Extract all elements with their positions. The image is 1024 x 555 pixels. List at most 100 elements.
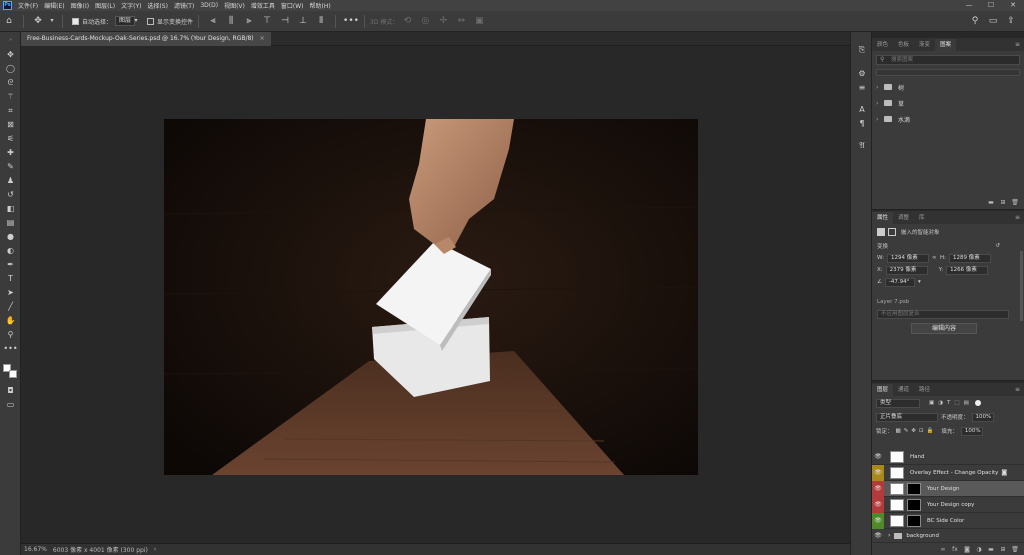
- menu-layer[interactable]: 图层(L): [92, 1, 118, 10]
- menu-select[interactable]: 选择(S): [144, 1, 171, 10]
- blend-mode-dropdown[interactable]: 正片叠底: [876, 412, 938, 422]
- visibility-eye-icon[interactable]: 👁: [872, 496, 884, 513]
- workspace-icon[interactable]: ▭: [986, 14, 1000, 28]
- tab-color[interactable]: 颜色: [872, 39, 893, 51]
- menu-filter[interactable]: 滤镜(T): [171, 1, 197, 10]
- edit-contents-button[interactable]: 编辑内容: [911, 322, 977, 334]
- layer-row-overlay-effect[interactable]: 👁 Overlay Effect - Change Opacity ◙: [872, 464, 1024, 481]
- maximize-button[interactable]: ☐: [980, 0, 1002, 11]
- type-tool-icon[interactable]: T: [2, 272, 19, 285]
- angle-field[interactable]: -47.94°: [884, 277, 915, 287]
- eraser-tool-icon[interactable]: ◧: [2, 202, 19, 215]
- pattern-group-water[interactable]: › 水滴: [872, 111, 1024, 127]
- eyedropper-tool-icon[interactable]: ⚟: [2, 132, 19, 145]
- new-pattern-icon[interactable]: ⊞: [998, 198, 1008, 207]
- link-layers-icon[interactable]: ∞: [938, 545, 948, 554]
- lock-all-icon[interactable]: 🔒: [927, 428, 934, 434]
- tab-paths[interactable]: 路径: [914, 384, 935, 396]
- layer-row-background[interactable]: 👁 › background: [872, 529, 1024, 543]
- filter-smart-icon[interactable]: ▤: [964, 400, 969, 406]
- document-canvas-image[interactable]: [164, 119, 698, 475]
- path-select-tool-icon[interactable]: ➤: [2, 286, 19, 299]
- tab-gradients[interactable]: 渐变: [914, 39, 935, 51]
- gradient-tool-icon[interactable]: ▤: [2, 216, 19, 229]
- tab-layers[interactable]: 图层: [872, 384, 894, 396]
- reset-icon[interactable]: ↺: [995, 243, 1000, 249]
- layer-filter-dropdown[interactable]: 类型: [876, 398, 920, 408]
- visibility-eye-icon[interactable]: 👁: [872, 528, 884, 544]
- layer-mask-thumbnail[interactable]: [907, 514, 921, 527]
- glyphs-panel-icon[interactable]: 𝔄: [855, 140, 869, 152]
- collapse-icon[interactable]: »: [2, 34, 19, 47]
- adjustments-icon[interactable]: ≡: [855, 82, 869, 94]
- lasso-tool-icon[interactable]: ᘓ: [2, 76, 19, 89]
- panel-menu-icon[interactable]: ≡: [1015, 39, 1020, 51]
- more-tools-icon[interactable]: •••: [2, 342, 19, 355]
- tab-patterns[interactable]: 图案: [935, 39, 957, 51]
- quick-mask-icon[interactable]: ◘: [2, 384, 19, 397]
- tab-swatches[interactable]: 色板: [893, 39, 914, 51]
- move-tool-icon[interactable]: ✥: [2, 48, 19, 61]
- minimize-button[interactable]: —: [958, 0, 980, 11]
- history-panel-icon[interactable]: ⎘: [855, 44, 869, 56]
- filter-shape-icon[interactable]: ⬚: [954, 400, 959, 406]
- align-middle-icon[interactable]: ⊣: [278, 14, 292, 28]
- fill-field[interactable]: 100%: [960, 426, 983, 436]
- lock-artboard-icon[interactable]: ⊡: [919, 428, 924, 434]
- menu-3d[interactable]: 3D(D): [197, 2, 221, 9]
- mask-icon[interactable]: [888, 228, 896, 236]
- adjustment-layer-icon[interactable]: ◑: [974, 545, 984, 554]
- blur-tool-icon[interactable]: ●: [2, 230, 19, 243]
- pattern-group-tree[interactable]: › 树: [872, 79, 1024, 95]
- healing-tool-icon[interactable]: ✚: [2, 146, 19, 159]
- opacity-field[interactable]: 100%: [971, 412, 994, 422]
- paragraph-panel-icon[interactable]: ¶: [855, 118, 869, 130]
- layer-row-bc-side-color[interactable]: 👁 BC Side Color: [872, 512, 1024, 529]
- menu-window[interactable]: 窗口(W): [278, 1, 307, 10]
- pattern-search-input[interactable]: ⚲ 搜索图案: [876, 55, 1020, 65]
- screen-mode-icon[interactable]: ▭: [2, 398, 19, 411]
- close-tab-icon[interactable]: ×: [260, 35, 265, 42]
- align-bottom-icon[interactable]: ⊥: [296, 14, 310, 28]
- show-transform-checkbox[interactable]: [147, 17, 155, 25]
- tab-adjustments[interactable]: 调整: [893, 212, 914, 224]
- zoom-tool-icon[interactable]: ⚲: [2, 328, 19, 341]
- layer-mask-thumbnail[interactable]: [907, 498, 921, 511]
- tab-channels[interactable]: 通道: [893, 384, 914, 396]
- zoom-level[interactable]: 16.67%: [24, 546, 47, 553]
- background-color-swatch[interactable]: [9, 370, 17, 378]
- magic-wand-tool-icon[interactable]: ⚚: [2, 90, 19, 103]
- layer-row-your-design[interactable]: 👁 Your Design: [872, 480, 1024, 497]
- hand-tool-icon[interactable]: ✋: [2, 314, 19, 327]
- home-icon[interactable]: ⌂: [2, 14, 16, 28]
- character-panel-icon[interactable]: A: [855, 104, 869, 116]
- frame-tool-icon[interactable]: ⊠: [2, 118, 19, 131]
- height-field[interactable]: 1289 像素: [948, 253, 991, 263]
- x-field[interactable]: 2379 像素: [885, 265, 928, 275]
- auto-select-checkbox[interactable]: [72, 17, 79, 25]
- tab-libraries[interactable]: 库: [914, 212, 930, 224]
- delete-icon[interactable]: 🗑: [1010, 198, 1020, 207]
- align-top-icon[interactable]: ⊤: [260, 14, 274, 28]
- layer-comp-dropdown[interactable]: 不应用图层复合: [877, 309, 1009, 319]
- width-field[interactable]: 1294 像素: [886, 253, 929, 263]
- marquee-tool-icon[interactable]: ◯: [2, 62, 19, 75]
- chevron-down-icon[interactable]: ▾: [918, 279, 921, 285]
- align-left-icon[interactable]: ⫷: [206, 14, 220, 28]
- more-options-icon[interactable]: •••: [343, 14, 359, 28]
- menu-plugins[interactable]: 增效工具: [248, 1, 278, 10]
- brush-tool-icon[interactable]: ✎: [2, 160, 19, 173]
- distribute-icon[interactable]: ⦀: [314, 14, 328, 28]
- auto-select-dropdown[interactable]: 图层: [115, 16, 136, 26]
- visibility-eye-icon[interactable]: 👁: [872, 464, 884, 481]
- layer-mask-thumbnail[interactable]: [907, 482, 921, 495]
- align-center-icon[interactable]: ⫼: [224, 14, 238, 28]
- filter-type-icon[interactable]: T: [947, 400, 950, 406]
- menu-image[interactable]: 图像(I): [68, 1, 92, 10]
- visibility-eye-icon[interactable]: 👁: [872, 512, 884, 529]
- document-tab[interactable]: Free-Business-Cards-Mockup-Oak-Series.ps…: [21, 32, 271, 46]
- link-icon[interactable]: ∞: [932, 255, 940, 261]
- pen-tool-icon[interactable]: ✒: [2, 258, 19, 271]
- pattern-group-grass[interactable]: › 草: [872, 95, 1024, 111]
- add-mask-icon[interactable]: ◙: [962, 545, 972, 554]
